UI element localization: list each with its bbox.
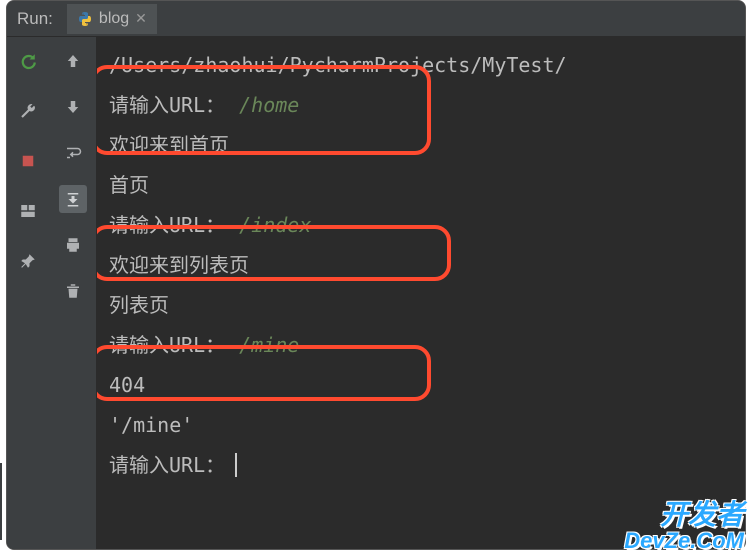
layout-icon[interactable] [14, 197, 42, 225]
input-prompt: 请输入URL： [109, 85, 225, 125]
wrench-icon[interactable] [14, 97, 42, 125]
print-icon[interactable] [59, 231, 87, 259]
user-input: /index [225, 205, 311, 245]
console-line: 首页 [109, 165, 149, 205]
run-path: /Users/zhaohui/PycharmProjects/MyTest/ [109, 45, 567, 85]
run-toolbar-mid [49, 37, 97, 549]
input-prompt: 请输入URL： [109, 325, 225, 365]
console-line: '/mine' [109, 405, 193, 445]
structure-tool-tab[interactable]: Structure [0, 463, 2, 540]
scroll-to-end-icon[interactable] [59, 185, 87, 213]
input-prompt: 请输入URL： [109, 205, 225, 245]
tab-label: blog [99, 10, 129, 28]
trash-icon[interactable] [59, 277, 87, 305]
user-input: /home [225, 85, 299, 125]
run-tool-tab-bar: Run: blog ✕ [7, 1, 745, 37]
rerun-icon[interactable] [14, 47, 42, 75]
stop-icon[interactable] [14, 147, 42, 175]
console-line: 404 [109, 365, 145, 405]
ide-window: Run: blog ✕ [6, 0, 746, 550]
console-line: 列表页 [109, 285, 169, 325]
console-output[interactable]: /Users/zhaohui/PycharmProjects/MyTest/ 请… [97, 37, 745, 549]
run-label: Run: [17, 9, 53, 29]
run-toolbar-left [7, 37, 49, 549]
python-file-icon [77, 11, 93, 27]
console-line: 欢迎来到列表页 [109, 245, 249, 285]
run-tool-body: /Users/zhaohui/PycharmProjects/MyTest/ 请… [7, 37, 745, 549]
user-input: /mine [225, 325, 299, 365]
structure-label: Structure [0, 471, 1, 532]
console-line: 欢迎来到首页 [109, 125, 229, 165]
text-caret [235, 453, 237, 477]
input-prompt: 请输入URL： [109, 445, 225, 485]
pin-icon[interactable] [14, 247, 42, 275]
soft-wrap-icon[interactable] [59, 139, 87, 167]
close-icon[interactable]: ✕ [135, 10, 147, 27]
run-tab-blog[interactable]: blog ✕ [67, 4, 157, 34]
arrow-up-icon[interactable] [59, 47, 87, 75]
arrow-down-icon[interactable] [59, 93, 87, 121]
